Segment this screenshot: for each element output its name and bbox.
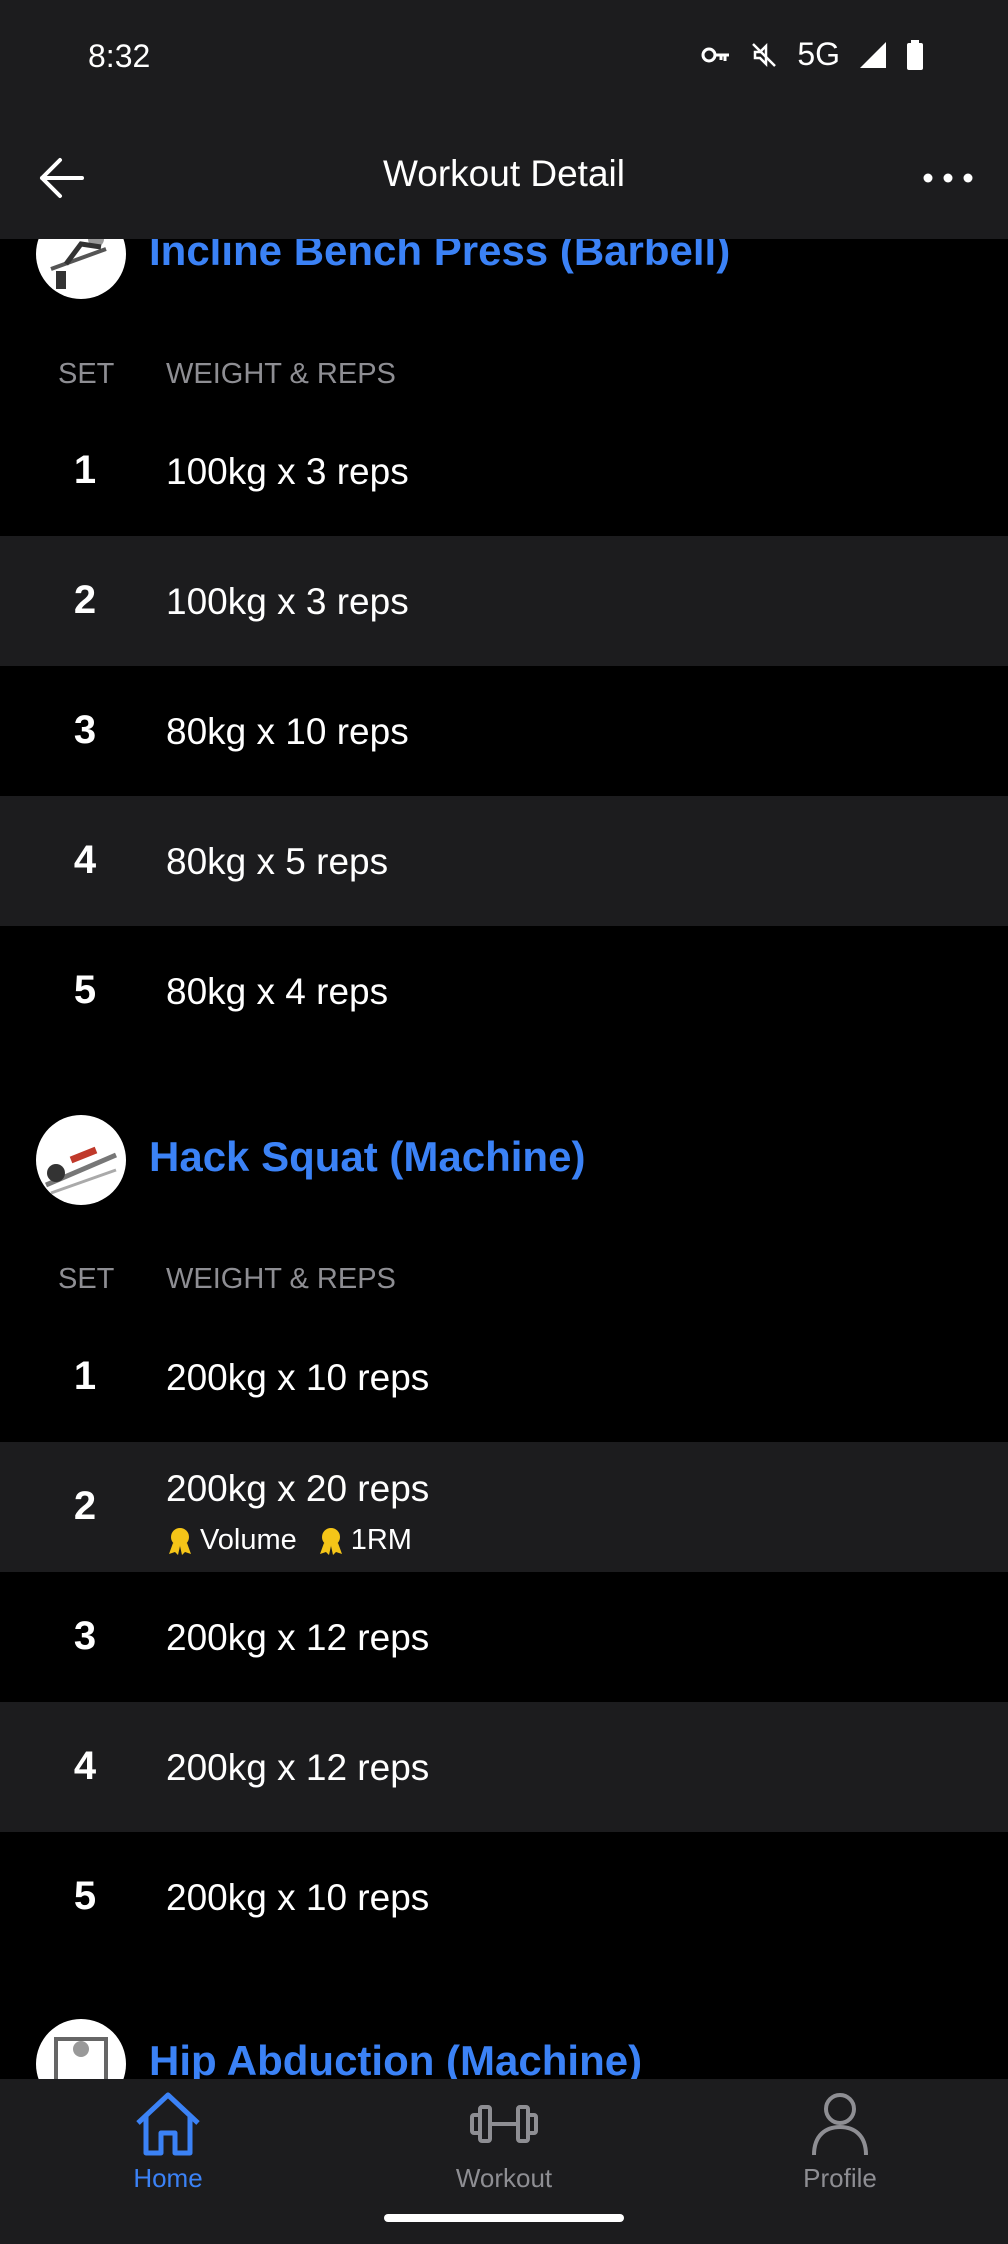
set-column-label: SET [58, 358, 115, 390]
set-weight-reps: 200kg x 20 reps [166, 1468, 430, 1509]
set-weight-reps: 80kg x 4 reps [166, 971, 389, 1012]
set-row: 5 80kg x 4 reps [0, 926, 1008, 1056]
volume-record-badge: Volume [166, 1524, 297, 1557]
hack-squat-illustration-icon [45, 1146, 117, 1195]
signal-icon [860, 41, 886, 68]
set-number: 4 [73, 838, 97, 882]
set-row: 4 80kg x 5 reps [0, 796, 1008, 926]
exercise-name[interactable]: Hip Abduction (Machine) [149, 2037, 642, 2079]
exercise-header[interactable]: Hack Squat (Machine) [0, 1115, 1008, 1215]
set-row: 1 200kg x 10 reps [0, 1312, 1008, 1442]
home-indicator[interactable] [384, 2214, 624, 2222]
exercise-thumbnail [36, 239, 126, 299]
set-row: 2 100kg x 3 reps [0, 536, 1008, 666]
set-number: 5 [73, 1874, 97, 1918]
badge-label: Volume [200, 1524, 297, 1556]
set-number: 2 [73, 578, 97, 622]
network-label: 5G [797, 36, 840, 72]
bench-press-illustration-icon [50, 239, 107, 289]
battery-icon [907, 39, 923, 70]
set-row: 1 100kg x 3 reps [0, 406, 1008, 536]
set-number: 1 [73, 448, 97, 492]
set-row: 3 200kg x 12 reps [0, 1572, 1008, 1702]
set-number: 1 [73, 1354, 97, 1398]
set-number: 3 [73, 708, 97, 752]
weight-reps-column-label: WEIGHT & REPS [166, 1263, 396, 1295]
set-weight-reps: 80kg x 5 reps [166, 841, 389, 882]
nav-home[interactable]: Home [0, 2089, 336, 2194]
exercise-name[interactable]: Incline Bench Press (Barbell) [149, 239, 730, 275]
medal-icon [319, 1527, 342, 1555]
set-weight-reps: 200kg x 10 reps [166, 1877, 430, 1918]
column-header: SET WEIGHT & REPS [0, 346, 1008, 406]
set-number: 5 [73, 968, 97, 1012]
exercise-thumbnail [36, 1115, 126, 1205]
exercise-thumbnail [36, 2019, 126, 2079]
mute-icon [752, 42, 777, 67]
column-header: SET WEIGHT & REPS [0, 1251, 1008, 1311]
one-rep-max-badge: 1RM [317, 1524, 412, 1557]
record-badges: Volume 1RM [166, 1524, 412, 1557]
set-weight-reps: 100kg x 3 reps [166, 581, 409, 622]
set-weight-reps: 200kg x 12 reps [166, 1617, 430, 1658]
nav-profile[interactable]: Profile [672, 2089, 1008, 2194]
more-options-button[interactable] [918, 153, 978, 203]
exercise-name[interactable]: Hack Squat (Machine) [149, 1133, 585, 1181]
dumbbell-icon [470, 2105, 538, 2143]
set-row: 3 80kg x 10 reps [0, 666, 1008, 796]
page-title: Workout Detail [383, 153, 625, 194]
nav-label: Profile [803, 2163, 877, 2193]
set-number: 4 [73, 1744, 97, 1788]
more-horizontal-icon [923, 173, 973, 183]
badge-label: 1RM [350, 1524, 412, 1556]
nav-label: Home [133, 2163, 203, 2193]
set-weight-reps: 200kg x 12 reps [166, 1747, 430, 1788]
exercise-header[interactable]: Incline Bench Press (Barbell) [0, 239, 1008, 309]
set-row: 4 200kg x 12 reps [0, 1702, 1008, 1832]
home-icon [136, 2092, 200, 2156]
set-weight-reps: 100kg x 3 reps [166, 451, 409, 492]
vpn-key-icon [701, 47, 730, 62]
set-number: 3 [73, 1614, 97, 1658]
workout-content[interactable]: Incline Bench Press (Barbell) SET WEIGHT… [0, 239, 1008, 2079]
person-icon [812, 2093, 868, 2156]
status-bar: 8:32 5G [0, 0, 1008, 115]
status-time: 8:32 [88, 38, 151, 74]
nav-label: Workout [455, 2163, 553, 2193]
set-column-label: SET [58, 1263, 115, 1295]
nav-workout[interactable]: Workout [336, 2089, 672, 2194]
set-number: 2 [73, 1484, 97, 1528]
app-bar: Workout Detail [0, 115, 1008, 239]
set-weight-reps: 200kg x 10 reps [166, 1357, 430, 1398]
set-row: 2 200kg x 20 reps Volume 1RM [0, 1442, 1008, 1572]
medal-icon [169, 1527, 191, 1555]
weight-reps-column-label: WEIGHT & REPS [166, 358, 396, 390]
status-icons: 5G [701, 36, 924, 73]
hip-abduction-illustration-icon [54, 2037, 108, 2079]
set-weight-reps: 80kg x 10 reps [166, 711, 409, 752]
set-row: 5 200kg x 10 reps [0, 1832, 1008, 1962]
exercise-header[interactable]: Hip Abduction (Machine) [0, 2019, 1008, 2079]
